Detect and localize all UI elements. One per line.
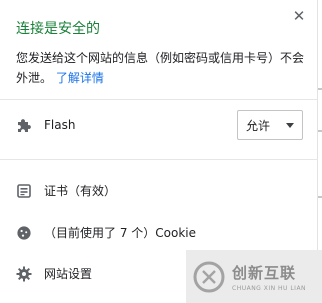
- connection-description: 您发送给这个网站的信息（例如密码或信用卡号）不会外泄。 了解详情: [16, 48, 306, 88]
- connection-secure-title: 连接是安全的: [16, 21, 100, 37]
- flash-permission-select[interactable]: 允许: [237, 110, 303, 140]
- site-settings-label: 网站设置: [44, 267, 93, 281]
- gear-icon: [16, 266, 32, 282]
- flash-label: Flash: [44, 118, 76, 132]
- puzzle-piece-icon: [16, 117, 32, 133]
- flash-permission-row: Flash: [16, 117, 75, 133]
- watermark-subtitle: CHUANG XIN HU LIAN: [232, 284, 307, 292]
- strip-mark: [318, 88, 322, 90]
- divider: [0, 99, 318, 100]
- site-settings-row[interactable]: 网站设置: [16, 265, 92, 282]
- strip-mark: [318, 130, 322, 132]
- cookie-label: （目前使用了 7 个）Cookie: [44, 226, 196, 240]
- brand-watermark: 创新互联 CHUANG XIN HU LIAN: [186, 250, 322, 303]
- certificate-icon: [16, 183, 32, 199]
- cookie-icon: [16, 225, 32, 241]
- flash-permission-value: 允许: [246, 118, 271, 133]
- certificate-row[interactable]: 证书（有效）: [16, 182, 116, 199]
- certificate-label: 证书（有效）: [44, 184, 117, 198]
- strip-mark: [318, 196, 322, 198]
- learn-more-link[interactable]: 了解详情: [56, 71, 104, 85]
- chevron-down-icon: [286, 123, 294, 128]
- close-button[interactable]: ✕: [291, 8, 307, 24]
- cookie-row[interactable]: （目前使用了 7 个）Cookie: [16, 224, 196, 241]
- brand-logo: [193, 261, 225, 292]
- divider: [0, 159, 318, 160]
- watermark-brand: 创新互联: [232, 263, 297, 282]
